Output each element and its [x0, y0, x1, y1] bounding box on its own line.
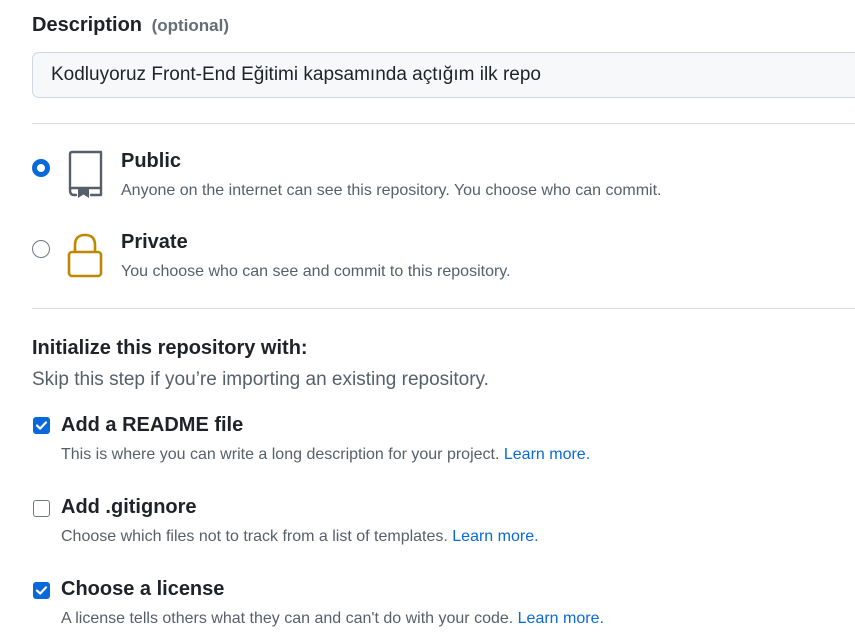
public-title: Public — [121, 150, 182, 172]
license-description-text: A license tells others what they can and… — [61, 610, 514, 627]
private-title: Private — [121, 231, 188, 253]
gitignore-learn-more-link[interactable]: Learn more. — [452, 528, 538, 545]
license-description: A license tells others what they can and… — [61, 610, 604, 628]
description-label-text: Description — [32, 14, 143, 36]
readme-learn-more-link[interactable]: Learn more. — [504, 446, 590, 463]
readme-description: This is where you can write a long descr… — [61, 446, 590, 464]
gitignore-description-text: Choose which files not to track from a l… — [61, 528, 448, 545]
initialize-subtitle: Skip this step if you’re importing an ex… — [32, 369, 489, 390]
optional-hint: (optional) — [151, 16, 230, 35]
license-checkbox[interactable] — [33, 582, 50, 599]
check-icon — [35, 421, 48, 430]
description-input[interactable] — [32, 52, 855, 98]
repo-icon — [65, 150, 105, 198]
gitignore-checkbox[interactable] — [33, 500, 50, 517]
readme-title[interactable]: Add a README file — [61, 414, 243, 437]
lock-icon — [65, 231, 105, 279]
public-description: Anyone on the internet can see this repo… — [121, 182, 662, 199]
gitignore-title[interactable]: Add .gitignore — [61, 496, 197, 519]
license-title[interactable]: Choose a license — [61, 578, 224, 601]
divider — [32, 308, 855, 309]
initialize-title: Initialize this repository with: — [32, 337, 308, 359]
description-label: Description (optional) — [32, 14, 229, 37]
divider — [32, 123, 855, 124]
gitignore-description: Choose which files not to track from a l… — [61, 528, 539, 546]
readme-checkbox[interactable] — [33, 417, 50, 434]
private-radio[interactable] — [32, 240, 50, 258]
readme-description-text: This is where you can write a long descr… — [61, 446, 500, 463]
license-learn-more-link[interactable]: Learn more. — [518, 610, 604, 627]
private-description: You choose who can see and commit to thi… — [121, 263, 511, 280]
public-radio[interactable] — [32, 159, 50, 177]
check-icon — [35, 586, 48, 595]
